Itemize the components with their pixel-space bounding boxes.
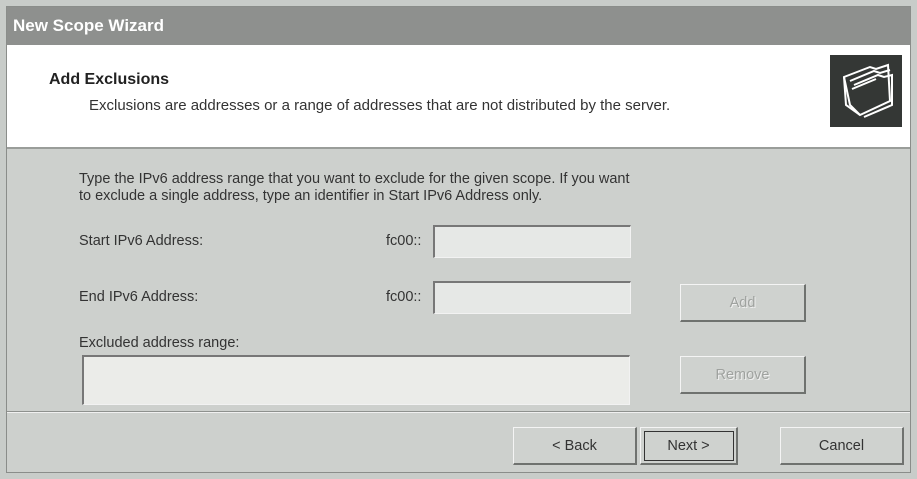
page-title: Add Exclusions bbox=[49, 71, 170, 88]
end-address-prefix: fc00:: bbox=[386, 289, 422, 305]
end-address-label: End IPv6 Address: bbox=[79, 289, 199, 305]
excluded-range-list[interactable] bbox=[82, 355, 630, 405]
wizard-header: Add Exclusions Exclusions are addresses … bbox=[7, 45, 910, 149]
back-button[interactable]: < Back bbox=[513, 427, 637, 465]
instructions: Type the IPv6 address range that you wan… bbox=[79, 171, 799, 205]
remove-button[interactable]: Remove bbox=[680, 356, 806, 394]
window-title: New Scope Wizard bbox=[7, 7, 910, 45]
instructions-line-2: to exclude a single address, type an ide… bbox=[79, 188, 543, 204]
folders-icon bbox=[830, 55, 902, 127]
instructions-line-1: Type the IPv6 address range that you wan… bbox=[79, 171, 630, 187]
add-button[interactable]: Add bbox=[680, 284, 806, 322]
end-address-input[interactable] bbox=[433, 281, 631, 314]
start-address-input[interactable] bbox=[433, 225, 631, 258]
excluded-range-label: Excluded address range: bbox=[79, 335, 240, 351]
wizard-body: Type the IPv6 address range that you wan… bbox=[7, 149, 910, 411]
footer-divider bbox=[7, 411, 910, 413]
next-button[interactable]: Next > bbox=[640, 427, 738, 465]
start-address-label: Start IPv6 Address: bbox=[79, 233, 204, 249]
start-address-prefix: fc00:: bbox=[386, 233, 422, 249]
cancel-button[interactable]: Cancel bbox=[780, 427, 904, 465]
page-subtitle: Exclusions are addresses or a range of a… bbox=[89, 97, 671, 114]
new-scope-wizard-window: New Scope Wizard Add Exclusions Exclusio… bbox=[6, 6, 911, 473]
